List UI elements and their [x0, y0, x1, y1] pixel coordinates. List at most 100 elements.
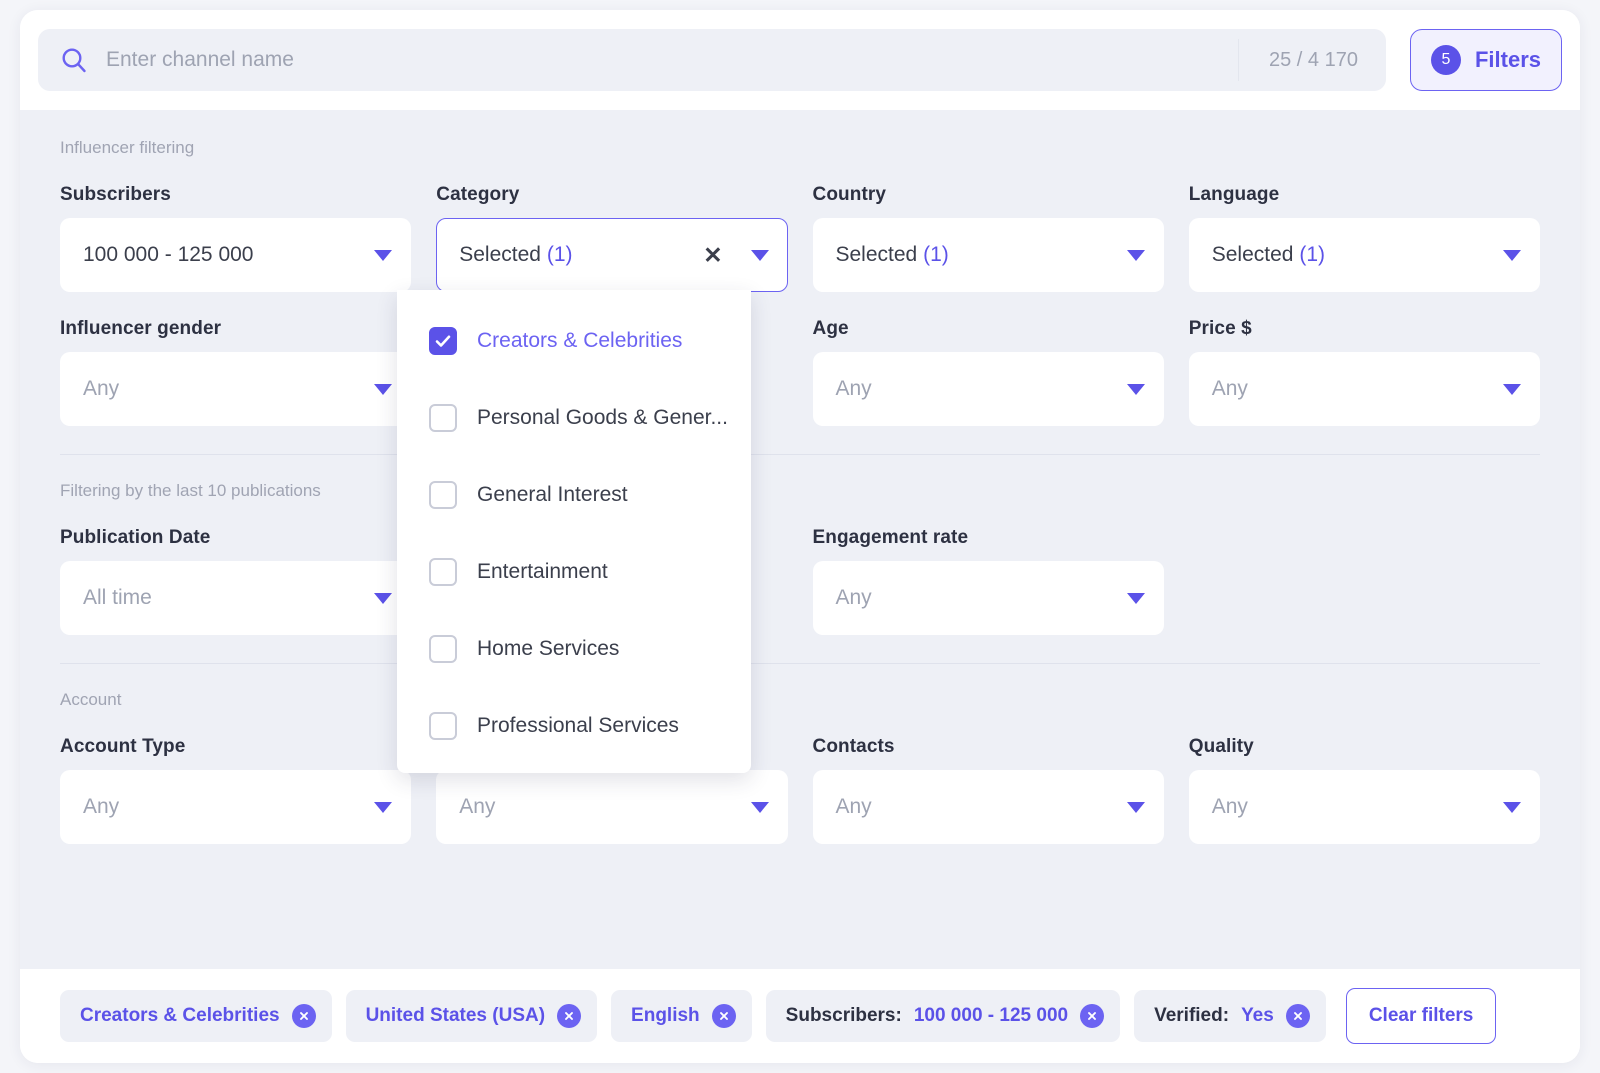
filter-chip-value: 100 000 - 125 000 — [913, 1005, 1069, 1026]
field-publication-date: Publication Date All time — [60, 527, 412, 635]
filter-chip-value: Yes — [1241, 1005, 1274, 1026]
select-account-type[interactable]: Any — [60, 770, 412, 844]
select-language[interactable]: Selected (1) — [1188, 218, 1540, 292]
filters-panel: 25 / 4 170 5 Filters Influencer filterin… — [20, 10, 1580, 1063]
select-contacts[interactable]: Any — [812, 770, 1164, 844]
checkbox-icon[interactable] — [429, 712, 457, 740]
category-dropdown-menu[interactable]: Creators & Celebrities Personal Goods & G… — [397, 290, 751, 773]
dropdown-option-label: Entertainment — [477, 560, 608, 583]
field-label-engagement-rate: Engagement rate — [812, 527, 969, 548]
dropdown-option[interactable]: Professional Services — [397, 701, 751, 751]
chip-remove-icon[interactable] — [1080, 1004, 1105, 1028]
field-price: Price $ Any — [1188, 318, 1540, 426]
filter-grid-influencer-row1: Subscribers 100 000 - 125 000 Category S… — [60, 184, 1540, 318]
select-country[interactable]: Selected (1) — [812, 218, 1164, 292]
search-icon — [60, 46, 88, 74]
chip-remove-icon[interactable] — [1285, 1004, 1310, 1028]
chevron-down-icon — [374, 383, 393, 395]
field-label-account-type: Account Type — [60, 736, 186, 757]
select-value-country-text: Selected — [835, 243, 918, 266]
select-value-publication-date: All time — [83, 586, 152, 609]
select-account-privacy[interactable]: Any — [436, 770, 788, 844]
field-label-language: Language — [1188, 184, 1280, 205]
field-label-quality: Quality — [1188, 736, 1254, 757]
chevron-down-icon — [1126, 592, 1145, 604]
dropdown-option[interactable]: General Interest — [397, 470, 751, 520]
field-country: Country Selected (1) — [812, 184, 1164, 292]
field-label-country: Country — [812, 184, 887, 205]
chevron-down-icon — [1126, 383, 1145, 395]
field-category: Category Selected (1) ✕ — [436, 184, 788, 292]
chevron-down-icon — [1126, 801, 1145, 813]
select-influencer-gender[interactable]: Any — [60, 352, 412, 426]
dropdown-option-label: General Interest — [477, 483, 628, 506]
chevron-down-icon — [1503, 801, 1521, 813]
field-engagement-rate: Engagement rate Any — [812, 527, 1164, 635]
select-age[interactable]: Any — [812, 352, 1164, 426]
select-value-influencer-gender: Any — [83, 377, 120, 400]
chip-remove-icon[interactable] — [557, 1004, 582, 1028]
chevron-down-icon — [1126, 249, 1145, 261]
field-label-publication-date: Publication Date — [60, 527, 211, 548]
chevron-down-icon — [374, 801, 393, 813]
field-label-contacts: Contacts — [812, 736, 895, 757]
chip-remove-icon[interactable] — [711, 1004, 736, 1028]
select-value-engagement-rate: Any — [835, 586, 872, 609]
filter-chip-value: Creators & Celebrities — [80, 1005, 280, 1026]
select-publication-date[interactable]: All time — [60, 561, 412, 635]
dropdown-option[interactable]: Entertainment — [397, 547, 751, 597]
filter-chip: United States (USA) — [345, 990, 598, 1042]
dropdown-option[interactable]: Creators & Celebrities — [397, 316, 751, 366]
chip-remove-icon[interactable] — [291, 1004, 316, 1028]
select-value-language-count: (1) — [1299, 243, 1325, 266]
filter-grid-account: Account Type Any Account Privacy Any Con… — [60, 736, 1540, 870]
field-subscribers: Subscribers 100 000 - 125 000 — [60, 184, 412, 292]
select-quality[interactable]: Any — [1188, 770, 1540, 844]
checkbox-icon[interactable] — [429, 635, 457, 663]
filter-grid-influencer-row2: Influencer gender Any Age Any Price $ An… — [60, 318, 1540, 452]
dropdown-option-label: Home Services — [477, 637, 620, 660]
search-field[interactable]: 25 / 4 170 — [38, 29, 1386, 91]
filter-chip-value: United States (USA) — [365, 1005, 546, 1026]
select-value-category-count: (1) — [546, 243, 573, 266]
select-category[interactable]: Selected (1) ✕ — [436, 218, 788, 292]
select-engagement-rate[interactable]: Any — [812, 561, 1164, 635]
chevron-down-icon — [750, 801, 769, 813]
select-value-category-text: Selected — [459, 243, 541, 266]
chevron-down-icon[interactable] — [750, 249, 769, 261]
filter-chip-value: English — [631, 1005, 700, 1026]
select-value-price: Any — [1211, 377, 1248, 400]
clear-category-icon[interactable]: ✕ — [703, 243, 722, 267]
active-filter-chips-bar: Creators & Celebrities United States (USA… — [20, 969, 1580, 1063]
checkbox-checked-icon[interactable] — [429, 327, 457, 355]
field-label-subscribers: Subscribers — [60, 184, 171, 205]
search-input[interactable] — [106, 29, 1238, 91]
checkbox-icon[interactable] — [429, 404, 457, 432]
dropdown-option[interactable]: Home Services — [397, 624, 751, 674]
filter-grid-publications: Publication Date All time Engagement rat… — [60, 527, 1540, 661]
chevron-down-icon — [374, 249, 393, 261]
select-price[interactable]: Any — [1188, 352, 1540, 426]
dropdown-option[interactable]: Personal Goods & Gener... — [397, 393, 751, 443]
filter-chip: Verified: Yes — [1134, 990, 1326, 1042]
field-label-price: Price $ — [1188, 318, 1252, 339]
clear-filters-button[interactable]: Clear filters — [1345, 988, 1497, 1044]
filters-count-badge: 5 — [1430, 45, 1461, 75]
checkbox-icon[interactable] — [429, 558, 457, 586]
select-value-language: Selected (1) — [1212, 243, 1503, 267]
filter-chip-key: Verified: — [1154, 1005, 1230, 1026]
select-value-country: Selected (1) — [836, 243, 1127, 267]
filter-chip: Subscribers: 100 000 - 125 000 — [765, 990, 1121, 1042]
select-subscribers[interactable]: 100 000 - 125 000 — [60, 218, 412, 292]
field-influencer-gender: Influencer gender Any — [60, 318, 412, 426]
select-value-account-type: Any — [83, 795, 120, 818]
checkbox-icon[interactable] — [429, 481, 457, 509]
chevron-down-icon — [1503, 383, 1521, 395]
select-value-quality: Any — [1211, 795, 1248, 818]
filters-button[interactable]: 5 Filters — [1409, 29, 1562, 91]
field-quality: Quality Any — [1188, 736, 1540, 844]
section-caption-publications: Filtering by the last 10 publications — [60, 481, 321, 500]
character-counter: 25 / 4 170 — [1238, 39, 1386, 81]
select-value-subscribers: 100 000 - 125 000 — [83, 243, 254, 266]
field-label-age: Age — [812, 318, 849, 339]
